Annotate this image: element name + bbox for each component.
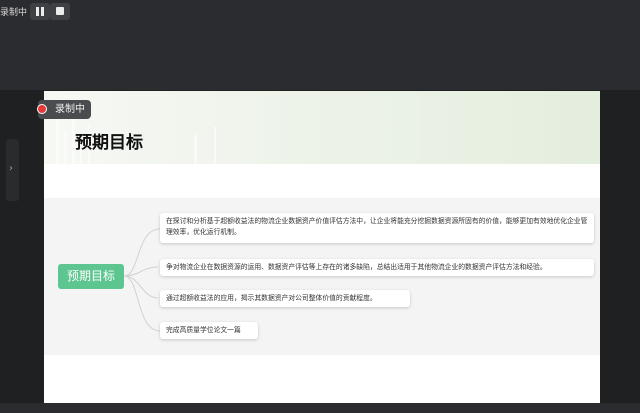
pause-button[interactable] bbox=[30, 3, 50, 20]
pause-icon bbox=[36, 7, 45, 16]
mindmap-connectors bbox=[123, 228, 161, 332]
mindmap-branch-2[interactable]: 争对物流企业在数据资源的运用、数据资产评估等上存在的诸多缺陷，总结出适用于其他物… bbox=[160, 259, 594, 276]
chevron-right-icon: › bbox=[9, 163, 13, 174]
slide-canvas: 预期目标 预期目标 在探讨和分析基于超额收益法的物流企业数据资产价值评估方法中，… bbox=[44, 91, 600, 403]
recording-status-label: 录制中 bbox=[0, 8, 28, 18]
stop-icon bbox=[56, 7, 64, 15]
sidebar-toggle[interactable]: › bbox=[6, 139, 19, 201]
mindmap-branch-3[interactable]: 通过超额收益法的应用，揭示其数据资产对公司整体价值的贡献程度。 bbox=[160, 290, 410, 307]
mindmap-branch-4[interactable]: 完成高质量学位论文一篇 bbox=[160, 322, 258, 339]
mindmap-branch-1[interactable]: 在探讨和分析基于超额收益法的物流企业数据资产价值评估方法中，让企业将能充分挖掘数… bbox=[160, 213, 594, 243]
recording-badge-label: 录制中 bbox=[55, 104, 85, 115]
record-indicator-icon bbox=[37, 104, 47, 114]
recorder-toolbar: 录制中 bbox=[0, 0, 640, 90]
mindmap-root-node[interactable]: 预期目标 bbox=[58, 264, 124, 289]
bottom-bar bbox=[0, 403, 640, 413]
stop-button[interactable] bbox=[50, 3, 70, 20]
